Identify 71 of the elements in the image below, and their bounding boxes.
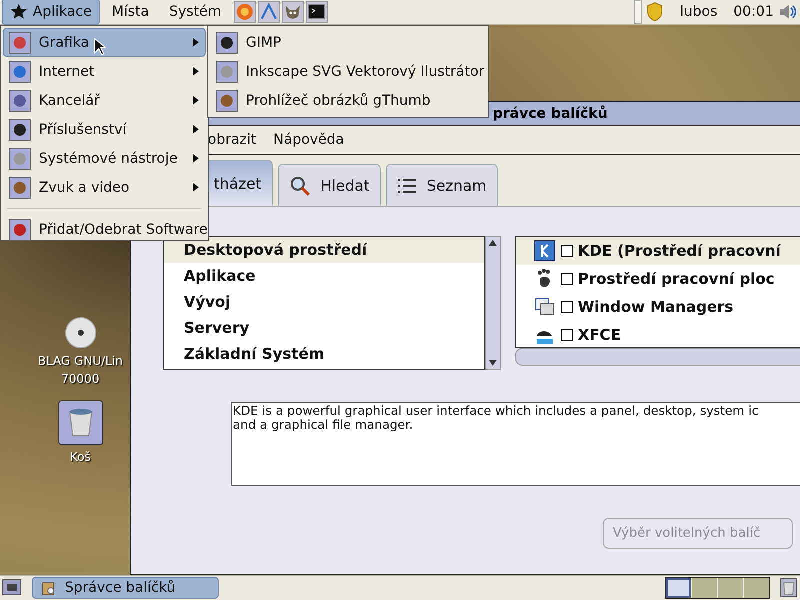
trash-icon[interactable] — [58, 400, 104, 446]
package-list-item[interactable]: XFCE — [516, 321, 800, 347]
submenu-arrow-icon — [193, 125, 199, 134]
shield-icon[interactable] — [646, 2, 664, 22]
submenu-arrow-icon — [193, 154, 199, 163]
package-icon — [41, 580, 57, 596]
disc-icon[interactable] — [64, 316, 98, 350]
package-list-item[interactable]: Window Managers — [516, 293, 800, 321]
app-category-icon — [9, 218, 31, 240]
checkbox[interactable] — [561, 273, 573, 285]
group-list-item[interactable]: Aplikace — [164, 263, 484, 289]
menu-item[interactable]: Zvuk a video — [3, 173, 206, 202]
tab[interactable]: Hledat — [278, 164, 381, 206]
user-name[interactable]: lubos — [680, 4, 718, 20]
group-list-item[interactable]: Servery — [164, 315, 484, 341]
panel-handle[interactable] — [634, 0, 642, 24]
submenu-arrow-icon — [193, 183, 199, 192]
terminal-icon[interactable] — [306, 1, 328, 23]
app-category-icon — [9, 32, 31, 54]
tab[interactable]: Seznam — [386, 164, 498, 206]
description-text: KDE is a powerful graphical user interface which includes a panel, desktop, system ic and a graphical file manager. — [231, 402, 800, 486]
checkbox[interactable] — [561, 329, 573, 341]
list-icon — [396, 176, 417, 194]
menu-bar-item[interactable]: Nápověda — [274, 132, 344, 148]
speaker-icon[interactable] — [778, 3, 798, 21]
checkbox[interactable] — [561, 245, 573, 257]
horizontal-scrollbar[interactable] — [515, 348, 800, 366]
taskbar-button[interactable]: Správce balíčků — [32, 577, 219, 599]
mouse-pointer-icon — [94, 38, 106, 56]
app-category-icon — [9, 90, 31, 112]
trash-icon[interactable] — [780, 578, 798, 598]
app-category-icon — [216, 90, 238, 112]
app-category-icon — [216, 60, 238, 82]
menu-bar-item[interactable]: obrazit — [208, 132, 257, 148]
menu-item[interactable]: Prohlížeč obrázků gThumb — [210, 86, 486, 115]
package-list-item[interactable]: Prostředí pracovní ploc — [516, 265, 800, 293]
menu-item[interactable]: Inkscape SVG Vektorový Ilustrátor — [210, 57, 486, 86]
app-category-icon — [216, 32, 238, 54]
menu-item[interactable]: Internet — [3, 57, 206, 86]
submenu-arrow-icon — [193, 38, 199, 47]
animal-head-icon[interactable] — [282, 1, 304, 23]
menu-item[interactable]: Příslušenství — [3, 115, 206, 144]
group-list-item[interactable]: Vývoj — [164, 289, 484, 315]
menu-item[interactable]: Grafika — [3, 28, 206, 57]
menu-item[interactable]: Systémové nástroje — [3, 144, 206, 173]
workspace[interactable] — [666, 578, 691, 598]
desktop-icon-label[interactable]: Koš — [70, 450, 91, 464]
desktop-icon-label[interactable]: 70000 — [61, 372, 100, 386]
menu-item[interactable]: Kancelář — [3, 86, 206, 115]
search-icon — [288, 174, 311, 196]
submenu-arrow-icon — [193, 96, 199, 105]
panel-menu[interactable]: Systém — [161, 0, 230, 24]
panel-menu[interactable]: Místa — [104, 0, 158, 24]
clock[interactable]: 00:01 — [734, 4, 774, 20]
app-category-icon — [9, 176, 31, 198]
submenu-arrow-icon — [193, 67, 199, 76]
vertical-scrollbar[interactable] — [485, 236, 501, 370]
menu-item[interactable]: GIMP — [210, 28, 486, 57]
checkbox[interactable] — [561, 301, 573, 313]
app-category-icon — [9, 148, 31, 170]
app-category-icon — [9, 118, 31, 140]
star-icon — [10, 3, 28, 21]
package-list-item[interactable]: KDE (Prostředí pracovní — [516, 237, 800, 265]
desktop-icon-label[interactable]: BLAG GNU/Lin — [38, 354, 124, 368]
group-list-item[interactable]: Desktopová prostředí — [164, 237, 484, 263]
panel-menu[interactable]: Aplikace — [2, 0, 100, 25]
group-list-item[interactable]: Základní Systém — [164, 341, 484, 367]
windows-icon — [534, 296, 556, 318]
window-title: právce balíčků — [493, 106, 608, 122]
show-desktop-icon[interactable] — [2, 578, 22, 598]
app-category-icon — [9, 60, 31, 82]
